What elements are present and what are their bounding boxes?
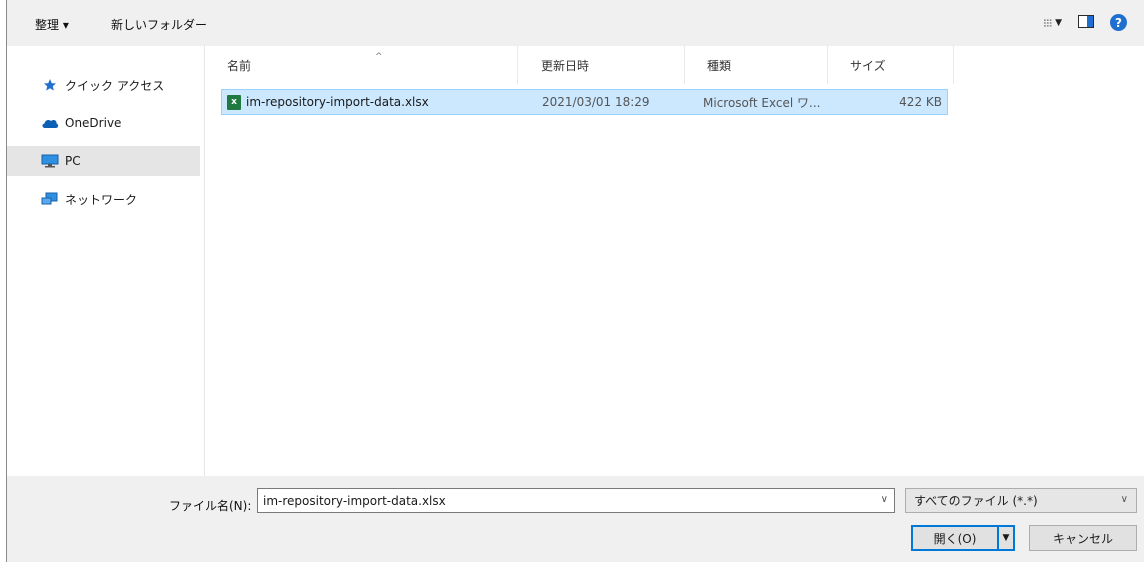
open-file-dialog: 整理 ▾ 新しいフォルダー ▼ ? クイック アクセス OneDrive PC … bbox=[6, 0, 1144, 562]
file-type-select[interactable]: すべてのファイル (*.*) ∨ bbox=[905, 488, 1137, 513]
open-button[interactable]: 開く(O) bbox=[911, 525, 999, 551]
file-list: 名前 ^ 更新日時 種類 サイズ x im-repository-import-… bbox=[205, 46, 1144, 476]
help-icon[interactable]: ? bbox=[1110, 14, 1127, 31]
toolbar-right-icons: ▼ ? bbox=[1044, 14, 1127, 31]
new-folder-label: 新しいフォルダー bbox=[111, 18, 208, 32]
cloud-icon bbox=[41, 116, 59, 130]
column-header-size[interactable]: サイズ bbox=[828, 46, 954, 84]
file-name: im-repository-import-data.xlsx bbox=[246, 95, 429, 109]
file-type-cell: Microsoft Excel ワ... bbox=[703, 95, 821, 110]
organize-label: 整理 ▾ bbox=[35, 18, 69, 32]
file-size-cell: 422 KB bbox=[899, 95, 942, 109]
chevron-down-icon[interactable]: ∨ bbox=[881, 494, 888, 505]
new-folder-button[interactable]: 新しいフォルダー bbox=[111, 16, 207, 33]
chevron-down-icon[interactable]: ▼ bbox=[1055, 18, 1062, 28]
network-icon bbox=[41, 192, 59, 206]
filename-value: im-repository-import-data.xlsx bbox=[263, 493, 446, 508]
navigation-pane: クイック アクセス OneDrive PC ネットワーク bbox=[7, 46, 205, 476]
star-icon bbox=[41, 78, 59, 92]
file-name-cell: x im-repository-import-data.xlsx bbox=[227, 90, 527, 114]
column-header-modified[interactable]: 更新日時 bbox=[519, 46, 685, 84]
monitor-icon bbox=[41, 154, 59, 168]
cancel-button[interactable]: キャンセル bbox=[1029, 525, 1137, 551]
open-options-dropdown[interactable]: ▼ bbox=[998, 525, 1015, 551]
filename-input[interactable]: im-repository-import-data.xlsx ∨ bbox=[257, 488, 895, 513]
chevron-down-icon: ∨ bbox=[1120, 494, 1128, 505]
column-header-label: 更新日時 bbox=[541, 58, 590, 73]
nav-item-label: OneDrive bbox=[65, 116, 122, 130]
excel-file-icon: x bbox=[227, 94, 241, 110]
column-header-label: 名前 bbox=[227, 58, 252, 73]
nav-item-onedrive[interactable]: OneDrive bbox=[7, 108, 200, 138]
file-type-value: すべてのファイル (*.*) bbox=[914, 494, 1038, 508]
filename-label: ファイル名(N): bbox=[169, 499, 252, 513]
column-header-name[interactable]: 名前 ^ bbox=[205, 46, 518, 84]
nav-item-label: PC bbox=[65, 154, 81, 168]
nav-item-label: ネットワーク bbox=[65, 192, 138, 207]
dialog-footer: ファイル名(N): im-repository-import-data.xlsx… bbox=[7, 476, 1144, 562]
preview-pane-icon[interactable] bbox=[1078, 14, 1094, 31]
nav-item-label: クイック アクセス bbox=[65, 78, 165, 93]
column-header-label: 種類 bbox=[707, 58, 732, 73]
file-row[interactable]: x im-repository-import-data.xlsx 2021/03… bbox=[221, 89, 948, 115]
nav-item-network[interactable]: ネットワーク bbox=[7, 184, 200, 214]
cancel-button-label: キャンセル bbox=[1052, 531, 1113, 546]
command-bar: 整理 ▾ 新しいフォルダー ▼ ? bbox=[7, 0, 1144, 46]
view-options-icon[interactable]: ▼ bbox=[1044, 16, 1062, 30]
caret-down-icon: ▼ bbox=[1002, 533, 1010, 543]
column-header-label: サイズ bbox=[850, 58, 886, 73]
nav-item-pc[interactable]: PC bbox=[7, 146, 200, 176]
open-button-label: 開く(O) bbox=[933, 531, 977, 546]
nav-item-quick-access[interactable]: クイック アクセス bbox=[7, 70, 200, 100]
column-header-type[interactable]: 種類 bbox=[685, 46, 828, 84]
organize-button[interactable]: 整理 ▾ bbox=[35, 16, 69, 33]
sort-ascending-icon: ^ bbox=[375, 52, 383, 62]
file-modified-cell: 2021/03/01 18:29 bbox=[542, 95, 650, 109]
